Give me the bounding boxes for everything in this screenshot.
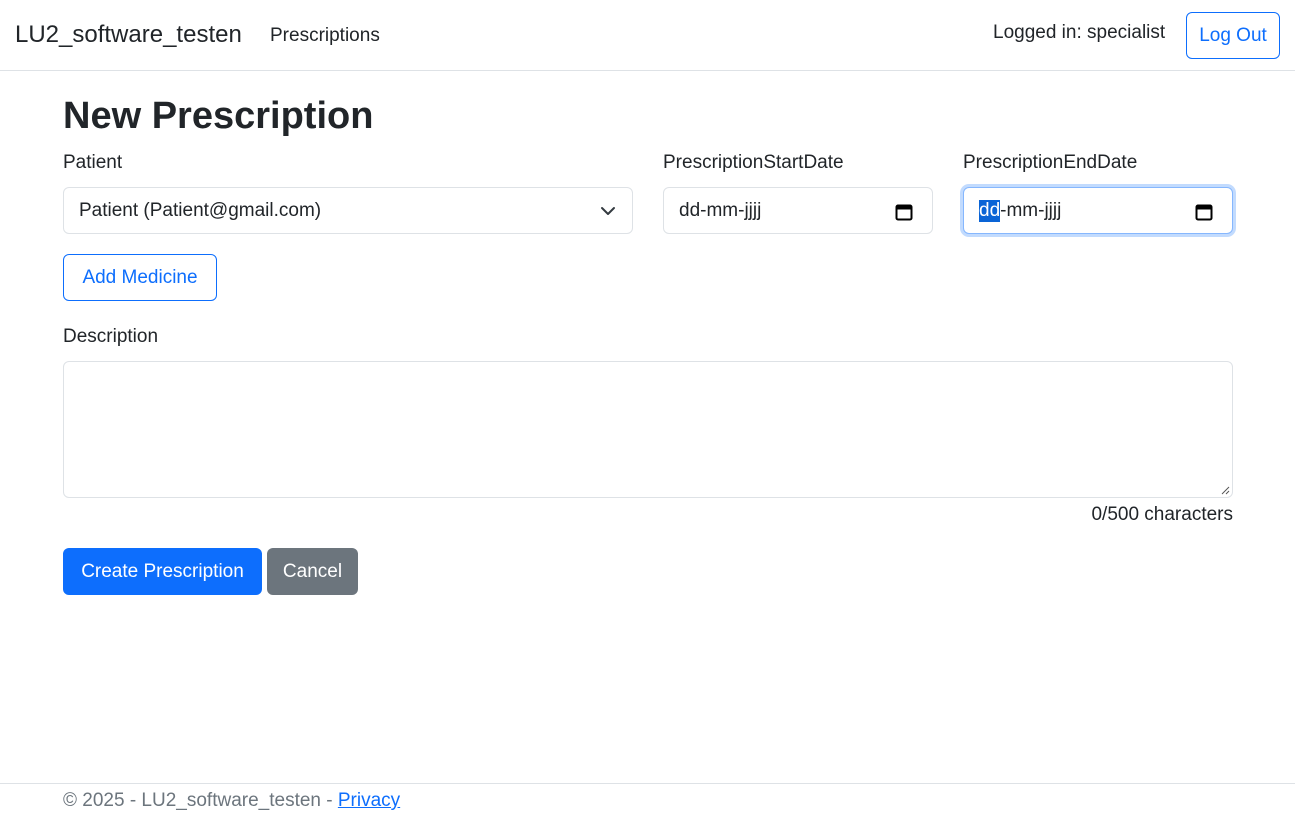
create-prescription-button[interactable]: Create Prescription [63,548,262,595]
calendar-icon[interactable] [1194,202,1214,222]
description-textarea[interactable] [63,361,1233,498]
patient-select-value: Patient (Patient@gmail.com) [79,199,322,221]
cancel-button[interactable]: Cancel [267,548,358,595]
nav-link-prescriptions[interactable]: Prescriptions [270,25,380,47]
end-date-input[interactable]: dd -mm-jjjj [963,187,1233,234]
start-date-label: PrescriptionStartDate [663,152,844,173]
description-label: Description [63,326,159,347]
chevron-down-icon [601,207,615,215]
footer-text: © 2025 - LU2_software_testen - Privacy [63,790,400,812]
start-date-placeholder: dd-mm-jjjj [679,199,762,221]
page-title: New Prescription [63,95,374,137]
patient-select[interactable]: Patient (Patient@gmail.com) [63,187,633,234]
patient-label: Patient [63,152,123,173]
navbar: LU2_software_testen Prescriptions Logged… [0,0,1295,71]
start-date-input[interactable]: dd-mm-jjjj [663,187,933,234]
privacy-link[interactable]: Privacy [338,790,400,811]
end-date-rest: -mm-jjjj [1000,199,1062,221]
resize-grip-icon[interactable] [1220,485,1230,495]
logout-button[interactable]: Log Out [1186,12,1280,59]
logged-in-status: Logged in: specialist [993,22,1166,43]
calendar-icon[interactable] [894,202,914,222]
end-date-label: PrescriptionEndDate [963,152,1138,173]
add-medicine-button[interactable]: Add Medicine [63,254,217,301]
footer: © 2025 - LU2_software_testen - Privacy [0,783,1295,814]
footer-copyright: © 2025 - LU2_software_testen - [63,790,338,811]
character-counter: 0/500 characters [1091,504,1233,525]
brand-link[interactable]: LU2_software_testen [15,21,242,49]
end-date-day-segment[interactable]: dd [979,199,1001,222]
